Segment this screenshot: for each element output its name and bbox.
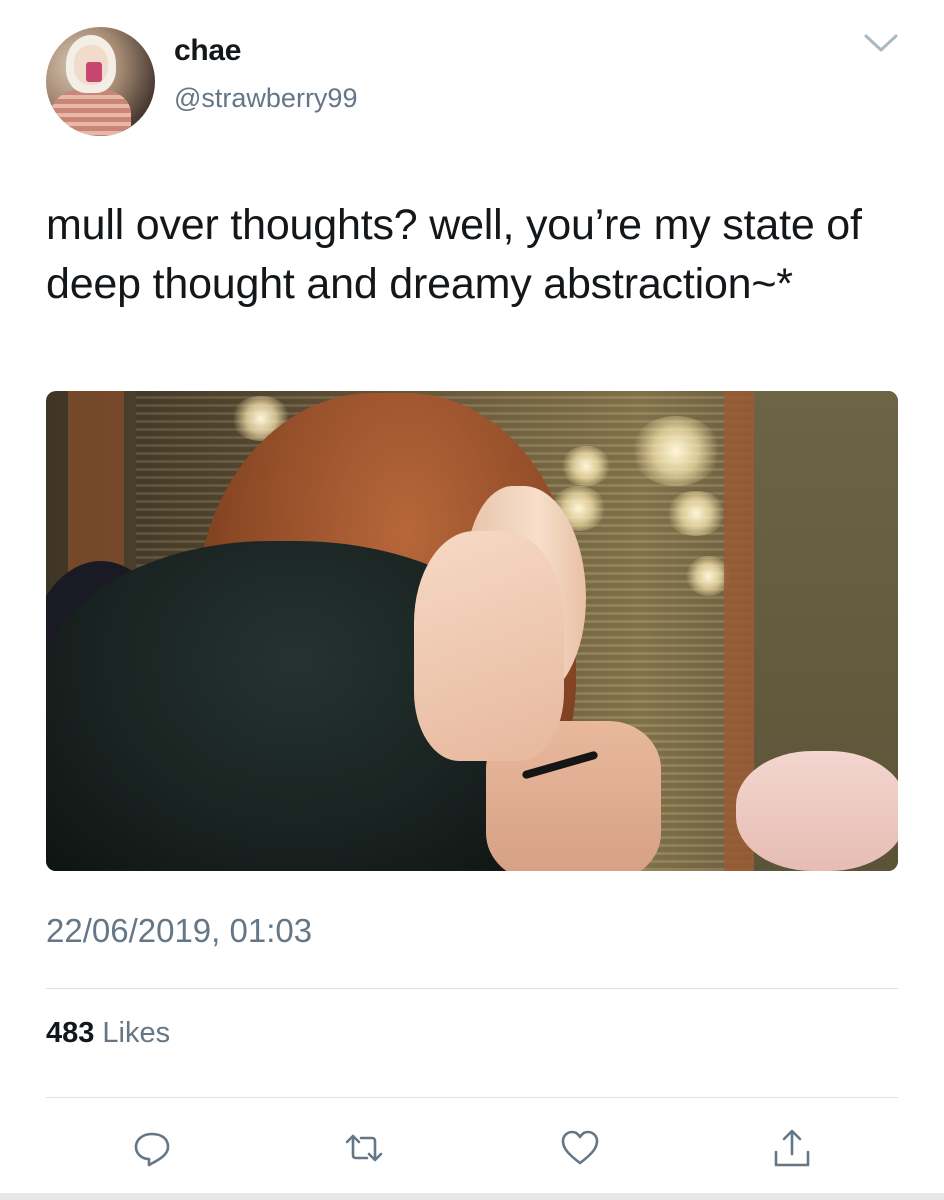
tweet-text: mull over thoughts? well, you’re my stat… [46, 201, 862, 308]
photo-light [666, 491, 726, 536]
share-button[interactable] [772, 1128, 812, 1168]
avatar-phone [86, 62, 102, 82]
photo-cloth [736, 751, 898, 871]
likes-number: 483 [46, 1017, 95, 1049]
divider [46, 1097, 898, 1098]
display-name[interactable]: chae [174, 34, 241, 68]
speech-bubble-icon [132, 1132, 172, 1172]
tweet-detail: chae @strawberry99 mull over thoughts? w… [0, 0, 944, 1200]
likes-count[interactable]: 483 Likes [46, 1017, 170, 1050]
avatar-shirt [51, 89, 131, 136]
chevron-down-icon[interactable] [862, 30, 900, 56]
reply-button[interactable] [132, 1128, 172, 1168]
photo-light [561, 446, 611, 486]
divider [46, 988, 898, 989]
avatar[interactable] [46, 27, 155, 136]
user-handle[interactable]: @strawberry99 [174, 83, 357, 114]
tweet-photo[interactable] [46, 391, 898, 871]
heart-icon [560, 1130, 600, 1172]
like-button[interactable] [560, 1128, 600, 1168]
photo-hand [414, 531, 564, 761]
share-icon [772, 1129, 812, 1172]
retweet-icon [344, 1134, 384, 1172]
tweet-timestamp[interactable]: 22/06/2019, 01:03 [46, 912, 312, 950]
likes-label: Likes [102, 1017, 171, 1049]
bottom-edge [0, 1193, 944, 1200]
photo-light [631, 416, 721, 486]
retweet-button[interactable] [344, 1128, 384, 1168]
